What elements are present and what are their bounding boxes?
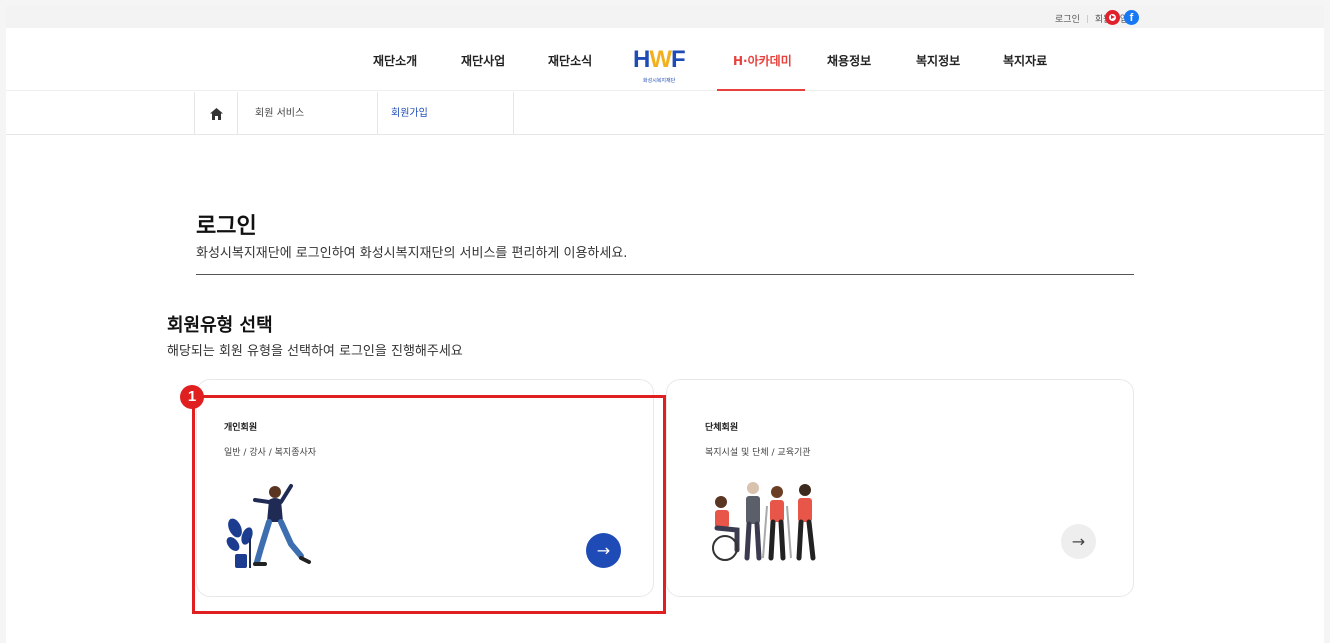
login-link[interactable]: 로그인 — [1055, 12, 1080, 25]
logo-mark: HWF — [633, 46, 686, 73]
active-nav-underline — [717, 89, 805, 91]
section-title: 회원유형 선택 — [167, 315, 273, 336]
card-title: 단체회원 — [705, 423, 739, 433]
title-divider — [196, 274, 1134, 275]
group-arrow-button[interactable]: → — [1061, 524, 1096, 559]
breadcrumb-signup[interactable]: 회원가입 — [378, 92, 514, 135]
group-member-card[interactable]: 단체회원 복지시설 및 단체 / 교육기관 → — [666, 379, 1134, 597]
nav-item-foundation-projects[interactable]: 재단사업 — [461, 52, 505, 69]
page-title: 로그인 — [196, 214, 257, 239]
nav-item-welfare-materials[interactable]: 복지자료 — [1003, 52, 1047, 69]
logo-subtitle: 화성시복지재단 — [643, 78, 676, 84]
nav-item-welfare-info[interactable]: 복지정보 — [916, 52, 960, 69]
breadcrumb-member-service[interactable]: 회원 서비스 — [238, 92, 378, 135]
utility-bar: 로그인 회원가입 f — [6, 6, 1324, 28]
page-frame: 로그인 회원가입 f 재단소개 재단사업 재단소식 HWF 화성시복지재단 H·… — [6, 6, 1324, 643]
nav-item-h-academy[interactable]: H·아카데미 — [733, 52, 792, 69]
divider — [1086, 14, 1088, 23]
youtube-icon[interactable] — [1105, 10, 1120, 25]
home-icon — [209, 107, 223, 120]
nav-item-foundation-intro[interactable]: 재단소개 — [373, 52, 417, 69]
group-illustration-icon — [712, 482, 816, 561]
breadcrumb: 회원 서비스 회원가입 — [6, 92, 1324, 135]
social-icons: f — [1105, 10, 1139, 25]
breadcrumb-home[interactable] — [194, 92, 238, 135]
main-nav: 재단소개 재단사업 재단소식 HWF 화성시복지재단 H·아카데미 채용정보 복… — [6, 28, 1324, 91]
highlight-box — [192, 395, 666, 614]
card-desc: 복지시설 및 단체 / 교육기관 — [705, 448, 811, 458]
page-subtitle: 화성시복지재단에 로그인하여 화성시복지재단의 서비스를 편리하게 이용하세요. — [196, 246, 628, 261]
facebook-icon[interactable]: f — [1124, 10, 1139, 25]
annotation-marker: 1 — [180, 385, 204, 409]
nav-item-foundation-news[interactable]: 재단소식 — [548, 52, 592, 69]
hwf-logo[interactable]: HWF 화성시복지재단 — [633, 46, 699, 86]
nav-item-recruitment[interactable]: 채용정보 — [827, 52, 871, 69]
section-subtitle: 해당되는 회원 유형을 선택하여 로그인을 진행해주세요 — [167, 344, 463, 359]
